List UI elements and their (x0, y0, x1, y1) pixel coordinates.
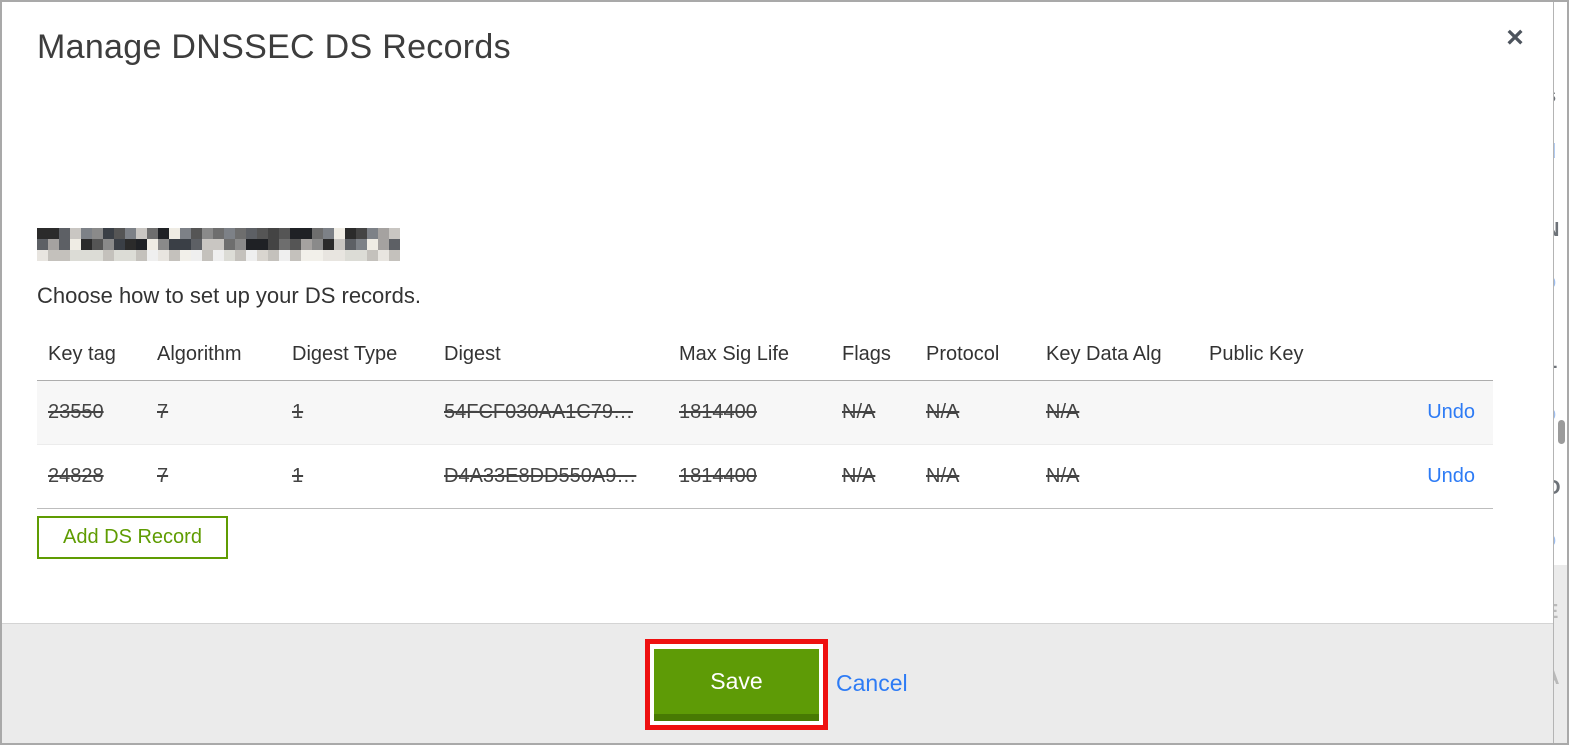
col-header-key-tag: Key tag (37, 331, 157, 381)
background-page-strip: s d No Lo Oo E A (1554, 2, 1567, 743)
close-icon[interactable]: × (1497, 20, 1533, 56)
cell-flags: N/A (842, 444, 926, 509)
cell-flags: N/A (842, 380, 926, 445)
redacted-domain-name (37, 228, 400, 261)
occluded-text-fragment: o (1554, 530, 1556, 550)
col-header-max-sig-life: Max Sig Life (679, 331, 842, 381)
table-header-row: Key tag Algorithm Digest Type Digest Max… (37, 331, 1493, 381)
cell-digest: D4A33E8DD550A9… (444, 444, 679, 509)
occluded-text-fragment: s (1554, 86, 1556, 106)
col-header-public-key: Public Key (1209, 331, 1413, 381)
cell-key-data-alg: N/A (1046, 380, 1209, 445)
screenshot-root: Manage DNSSEC DS Records × Choose how to… (0, 0, 1574, 746)
col-header-flags: Flags (842, 331, 926, 381)
cell-key-tag: 24828 (37, 444, 157, 509)
cell-max-sig-life: 1814400 (679, 380, 842, 445)
cell-key-data-alg: N/A (1046, 444, 1209, 509)
cell-digest: 54FCF030AA1C79… (444, 380, 679, 445)
cancel-link[interactable]: Cancel (836, 670, 908, 697)
occluded-text-fragment: o (1554, 272, 1556, 292)
cell-public-key (1209, 380, 1413, 445)
undo-link[interactable]: Undo (1427, 465, 1475, 487)
table-row: 24828 7 1 D4A33E8DD550A9… 1814400 N/A N/… (37, 444, 1493, 509)
undo-link[interactable]: Undo (1427, 401, 1475, 423)
dnssec-modal: Manage DNSSEC DS Records × Choose how to… (2, 2, 1554, 743)
instruction-text: Choose how to set up your DS records. (37, 283, 421, 308)
occluded-text-fragment: E (1554, 602, 1558, 622)
col-header-key-data-alg: Key Data Alg (1046, 331, 1209, 381)
background-gray-section (1554, 565, 1567, 743)
occluded-text-fragment: O (1554, 478, 1561, 498)
scrollbar-thumb[interactable] (1558, 420, 1565, 444)
cell-algorithm: 7 (157, 380, 292, 445)
save-button[interactable]: Save (654, 649, 819, 721)
col-header-algorithm: Algorithm (157, 331, 292, 381)
cell-algorithm: 7 (157, 444, 292, 509)
cell-digest-type: 1 (292, 444, 444, 509)
cell-digest-type: 1 (292, 380, 444, 445)
col-header-digest: Digest (444, 331, 679, 381)
col-header-protocol: Protocol (926, 331, 1046, 381)
cell-protocol: N/A (926, 380, 1046, 445)
page-title: Manage DNSSEC DS Records (37, 28, 511, 66)
col-header-digest-type: Digest Type (292, 331, 444, 381)
table-row: 23550 7 1 54FCF030AA1C79… 1814400 N/A N/… (37, 380, 1493, 445)
ds-records-table: Key tag Algorithm Digest Type Digest Max… (37, 331, 1493, 509)
cell-protocol: N/A (926, 444, 1046, 509)
occluded-text-fragment: d (1554, 142, 1556, 162)
occluded-text-fragment: N (1554, 220, 1559, 240)
occluded-text-fragment: o (1554, 404, 1556, 424)
save-highlight-annotation: Save (645, 639, 828, 730)
cell-key-tag: 23550 (37, 380, 157, 445)
col-header-actions (1413, 331, 1493, 381)
modal-footer: Save Cancel (2, 623, 1553, 743)
cell-public-key (1209, 444, 1413, 509)
cell-max-sig-life: 1814400 (679, 444, 842, 509)
occluded-text-fragment: A (1554, 668, 1559, 688)
occluded-text-fragment: L (1554, 352, 1557, 372)
add-ds-record-button[interactable]: Add DS Record (37, 516, 228, 559)
